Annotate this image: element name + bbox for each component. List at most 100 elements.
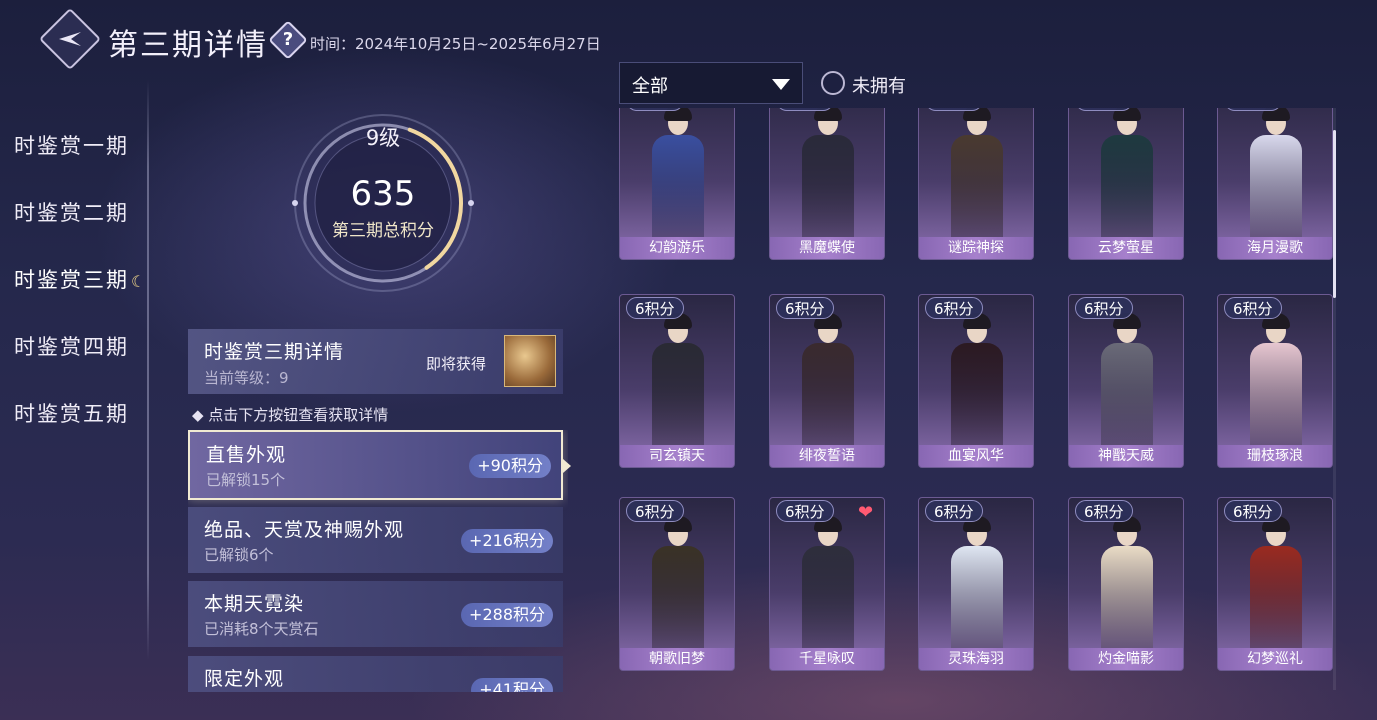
outfit-name: 幻梦巡礼: [1218, 648, 1332, 670]
page-title: 第三期详情: [108, 28, 268, 63]
nav-item-label: 时鉴赏二期: [14, 201, 129, 225]
outfit-card[interactable]: 6积分幻梦巡礼: [1217, 497, 1333, 671]
points-badge: 6积分: [776, 108, 834, 111]
outfit-body: [951, 546, 1003, 658]
outfit-body: [802, 546, 854, 658]
nav-divider: [147, 80, 149, 660]
outfit-body: [1101, 546, 1153, 658]
points-badge: 6积分: [1224, 500, 1282, 522]
outfit-card[interactable]: 6积分 朝歌旧梦: [619, 497, 735, 671]
outfit-name: 千星咏叹: [770, 648, 884, 670]
category-list: 直售外观 已解锁15个 +90积分 绝品、天赏及神赐外观 已解锁6个 +216积…: [188, 430, 568, 692]
points-badge: 6积分: [776, 297, 834, 319]
category-sub: 已解锁15个: [206, 471, 286, 489]
outfit-card[interactable]: 6积分海月漫歌: [1217, 108, 1333, 260]
outfit-name: 珊枝琢浪: [1218, 445, 1332, 467]
outfit-card[interactable]: 6积分千星咏叹: [769, 497, 885, 671]
outfit-body: [652, 135, 704, 247]
outfit-card[interactable]: 6积分 绯夜誓语: [769, 294, 885, 468]
outfit-name: 血宴风华: [919, 445, 1033, 467]
category-dye[interactable]: 本期天霓染 已消耗8个天赏石 +288积分: [188, 581, 563, 647]
back-button[interactable]: [38, 7, 102, 71]
outfit-name: 海月漫歌: [1218, 237, 1332, 259]
outfit-body: [1101, 135, 1153, 247]
outfit-card[interactable]: 6积分黑魔蝶使: [769, 108, 885, 260]
outfit-body: [1250, 546, 1302, 658]
outfit-figure: [1246, 108, 1306, 247]
outfit-figure: [947, 313, 1007, 455]
points-badge: 6积分: [776, 500, 834, 522]
nav-item-period-4[interactable]: 时鉴赏四期: [14, 331, 129, 361]
nav-item-period-3[interactable]: 时鉴赏三期 ☾: [14, 264, 147, 294]
soon-label: 即将获得: [426, 355, 487, 373]
nav-item-period-1[interactable]: 时鉴赏一期: [14, 130, 129, 160]
points-badge: +216积分: [461, 529, 553, 553]
not-owned-radio[interactable]: [821, 71, 845, 95]
outfit-body: [652, 343, 704, 455]
outfit-body: [1250, 135, 1302, 247]
category-title: 限定外观: [204, 668, 285, 690]
outfit-grid: 6积分幻韵游乐6积分黑魔蝶使6积分谜踪神探6积分云梦萤星6积分海月漫歌6积分司玄…: [612, 108, 1342, 690]
outfit-figure: [1097, 313, 1157, 455]
outfit-card[interactable]: 6积分谜踪神探: [918, 108, 1034, 260]
category-premium[interactable]: 绝品、天赏及神赐外观 已解锁6个 +216积分: [188, 507, 563, 573]
outfit-figure: [1246, 516, 1306, 658]
points-badge: +41积分: [471, 678, 553, 692]
outfit-name: 黑魔蝶使: [770, 237, 884, 259]
period-detail-card[interactable]: 时鉴赏三期详情 当前等级：9 即将获得: [188, 329, 563, 394]
outfit-figure: [648, 313, 708, 455]
outfit-figure: [1097, 516, 1157, 658]
category-title: 绝品、天赏及神赐外观: [204, 519, 405, 541]
outfit-body: [951, 135, 1003, 247]
points-badge: 6积分: [626, 108, 684, 111]
category-sub: 已消耗8个天赏石: [204, 620, 319, 638]
points-badge: +288积分: [461, 603, 553, 627]
outfit-body: [1101, 343, 1153, 455]
nav-item-period-5[interactable]: 时鉴赏五期: [14, 398, 129, 428]
outfit-card[interactable]: 6积分幻韵游乐: [619, 108, 735, 260]
moon-indicator-icon: ☾: [131, 272, 148, 291]
points-badge: 6积分: [626, 297, 684, 319]
outfit-name: 朝歌旧梦: [620, 648, 734, 670]
help-button[interactable]: ?: [268, 20, 308, 60]
outfit-name: 云梦萤星: [1069, 237, 1183, 259]
points-badge: 6积分: [1224, 108, 1282, 111]
points-badge: 6积分: [925, 500, 983, 522]
outfit-card[interactable]: 6积分血宴风华: [918, 294, 1034, 468]
outfit-figure: [798, 516, 858, 658]
scrollbar-thumb[interactable]: [1333, 130, 1336, 298]
heart-icon: ❤: [858, 502, 874, 523]
outfit-name: 灼金喵影: [1069, 648, 1183, 670]
category-title: 直售外观: [206, 444, 287, 466]
outfit-name: 幻韵游乐: [620, 237, 734, 259]
outfit-name: 灵珠海羽: [919, 648, 1033, 670]
level-text: 9级: [365, 126, 401, 150]
not-owned-label[interactable]: 未拥有: [852, 72, 906, 98]
outfit-card[interactable]: 6积分灵珠海羽: [918, 497, 1034, 671]
category-sub: 已解锁6个: [204, 546, 274, 564]
filter-dropdown[interactable]: 全部: [619, 62, 803, 104]
reward-icon[interactable]: [504, 335, 556, 387]
points-badge: 6积分: [925, 297, 983, 319]
outfit-figure: [798, 313, 858, 455]
outfit-figure: [798, 108, 858, 247]
outfit-card[interactable]: 6积分云梦萤星: [1068, 108, 1184, 260]
category-limited[interactable]: 限定外观 +41积分: [188, 656, 563, 692]
outfit-figure: [947, 516, 1007, 658]
outfit-card[interactable]: 6积分 灼金喵影: [1068, 497, 1184, 671]
outfit-figure: [648, 108, 708, 247]
points-badge: 6积分: [925, 108, 983, 111]
nav-item-label: 时鉴赏三期: [14, 268, 129, 292]
back-arrow-icon: [59, 32, 81, 46]
total-score: 635: [350, 174, 416, 214]
current-level: 当前等级：9: [204, 369, 289, 387]
points-badge: 6积分: [1224, 297, 1282, 319]
outfit-figure: [648, 516, 708, 658]
outfit-figure: [947, 108, 1007, 247]
nav-item-period-2[interactable]: 时鉴赏二期: [14, 197, 129, 227]
category-direct-sale[interactable]: 直售外观 已解锁15个 +90积分: [188, 430, 563, 500]
outfit-card[interactable]: 6积分珊枝琢浪: [1217, 294, 1333, 468]
outfit-name: 谜踪神探: [919, 237, 1033, 259]
outfit-card[interactable]: 6积分 神戬天威: [1068, 294, 1184, 468]
outfit-card[interactable]: 6积分 司玄镇天: [619, 294, 735, 468]
